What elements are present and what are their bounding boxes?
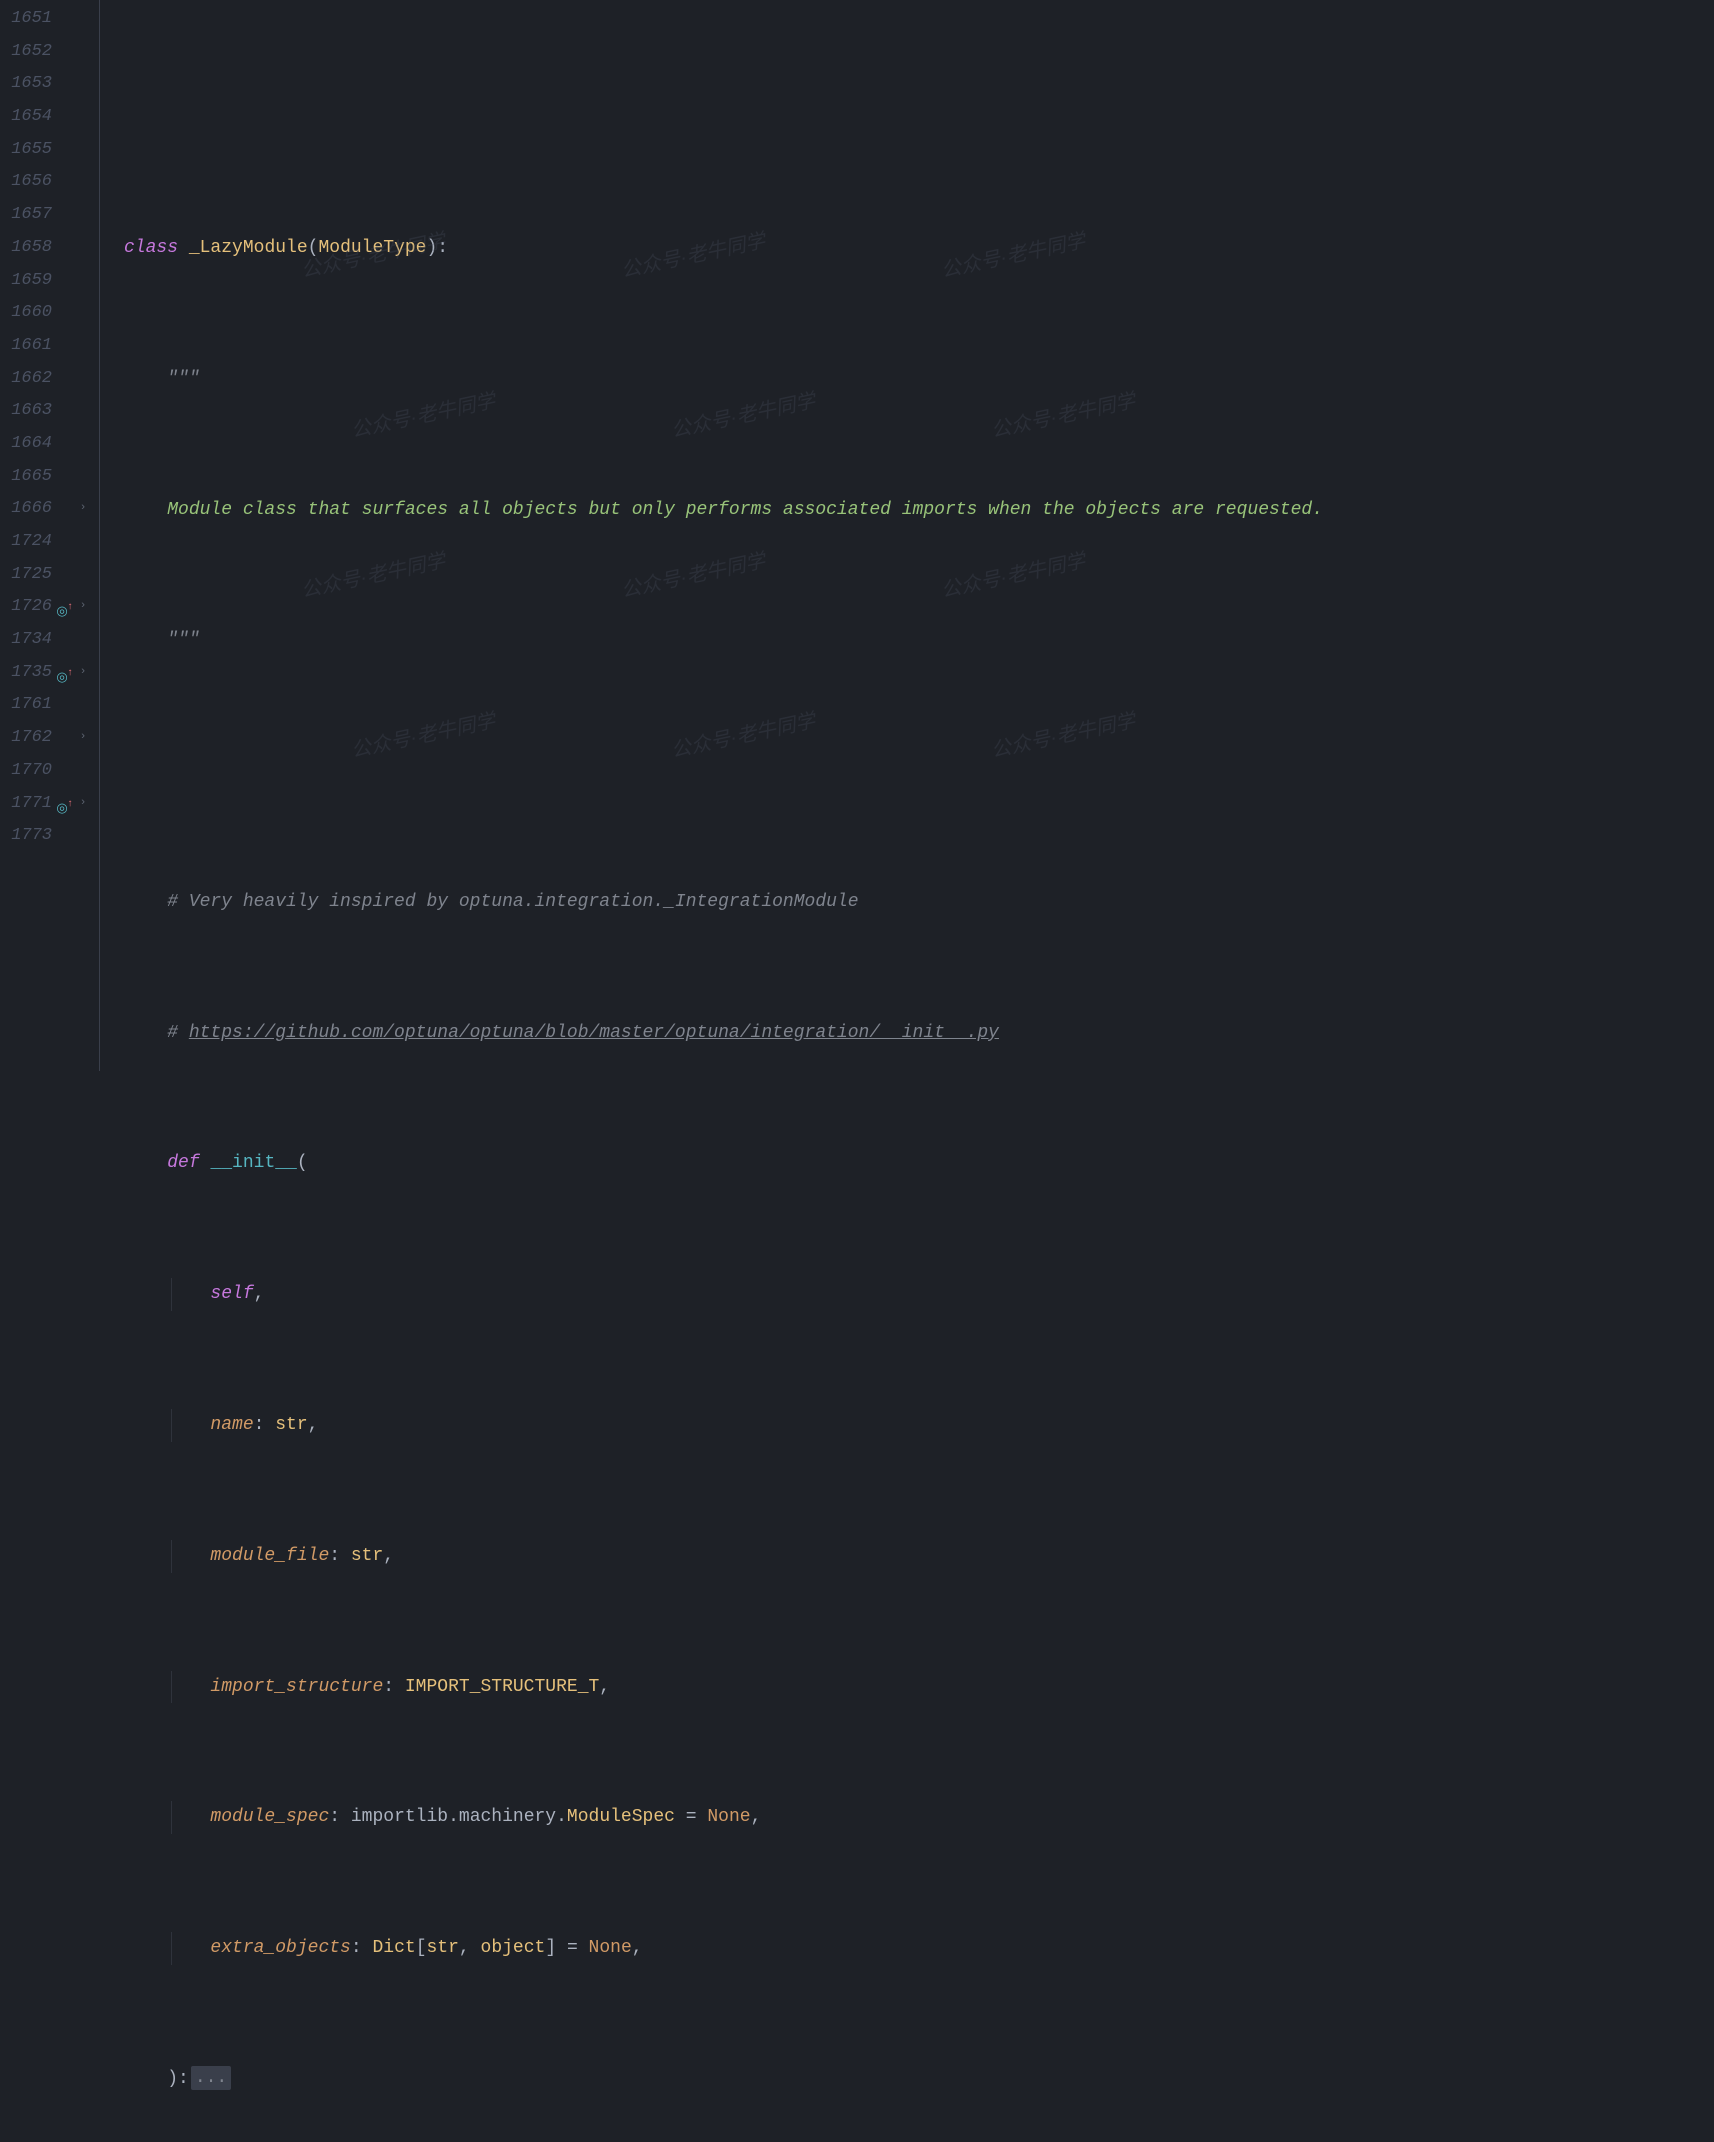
line-number[interactable]: 1771: [0, 788, 52, 821]
comment-url[interactable]: https://github.com/optuna/optuna/blob/ma…: [189, 1023, 999, 1043]
line-numbers-column: 1651165216531654165516561657165816591660…: [0, 0, 52, 853]
docstring-close: """: [124, 624, 1714, 657]
line-number[interactable]: 1724: [0, 526, 52, 559]
param-line: module_spec: importlib.machinery.ModuleS…: [124, 1801, 1714, 1834]
fold-toggle-icon[interactable]: ›: [76, 796, 90, 810]
line-number[interactable]: 1658: [0, 232, 52, 265]
line-number[interactable]: 1655: [0, 134, 52, 167]
class-name: _LazyModule: [189, 238, 308, 258]
line-number[interactable]: 1659: [0, 265, 52, 298]
line-number[interactable]: 1661: [0, 330, 52, 363]
line-number[interactable]: 1651: [0, 3, 52, 36]
line-number[interactable]: 1770: [0, 755, 52, 788]
docstring-quotes: """: [167, 369, 199, 389]
watermark: 公众号·老牛同学: [618, 545, 768, 607]
watermark: 公众号·老牛同学: [298, 545, 448, 607]
type-annotation: Dict: [372, 1938, 415, 1958]
fold-toggle-icon[interactable]: ›: [76, 665, 90, 679]
code-editor[interactable]: 1651165216531654165516561657165816591660…: [0, 0, 1714, 1071]
param-name: extra_objects: [210, 1938, 350, 1958]
keyword-def: def: [167, 1153, 199, 1173]
line-number[interactable]: 1652: [0, 36, 52, 69]
line-number[interactable]: 1656: [0, 166, 52, 199]
line-number[interactable]: 1653: [0, 68, 52, 101]
line-number[interactable]: 1657: [0, 199, 52, 232]
line-number[interactable]: 1666: [0, 493, 52, 526]
comment-line: # https://github.com/optuna/optuna/blob/…: [124, 1017, 1714, 1050]
line-number[interactable]: 1662: [0, 363, 52, 396]
line-number[interactable]: 1663: [0, 395, 52, 428]
line-number[interactable]: 1660: [0, 297, 52, 330]
param-name: name: [210, 1415, 253, 1435]
param-line: module_file: str,: [124, 1540, 1714, 1573]
param-name: import_structure: [210, 1677, 383, 1697]
fold-toggle-icon[interactable]: ›: [76, 501, 90, 515]
docstring-quotes: """: [167, 630, 199, 650]
base-class: ModuleType: [318, 238, 426, 258]
docstring-text: Module class that surfaces all objects b…: [167, 500, 1323, 520]
override-icon[interactable]: ◎: [54, 596, 70, 612]
line-number[interactable]: 1725: [0, 559, 52, 592]
fold-column: › › › › ›: [74, 0, 92, 853]
line-number[interactable]: 1654: [0, 101, 52, 134]
function-name: __init__: [210, 1153, 296, 1173]
param-line: name: str,: [124, 1409, 1714, 1442]
code-area[interactable]: class _LazyModule(ModuleType): """ Modul…: [100, 0, 1714, 1071]
line-number[interactable]: 1773: [0, 820, 52, 853]
default-value: None: [707, 1807, 750, 1827]
type-annotation: ModuleSpec: [567, 1807, 675, 1827]
override-icon[interactable]: ◎: [54, 662, 70, 678]
docstring-body: Module class that surfaces all objects b…: [124, 494, 1714, 527]
type-annotation: str: [427, 1938, 459, 1958]
line-number[interactable]: 1734: [0, 624, 52, 657]
function-close-line: ):...: [124, 2063, 1714, 2096]
line-number[interactable]: 1735: [0, 657, 52, 690]
param-name: module_file: [210, 1546, 329, 1566]
type-annotation: str: [351, 1546, 383, 1566]
param-name: module_spec: [210, 1807, 329, 1827]
line-number[interactable]: 1762: [0, 722, 52, 755]
param-line: extra_objects: Dict[str, object] = None,: [124, 1932, 1714, 1965]
type-annotation: IMPORT_STRUCTURE_T: [405, 1677, 599, 1697]
function-def-line: def __init__(: [124, 1147, 1714, 1180]
type-annotation: object: [481, 1938, 546, 1958]
keyword-class: class: [124, 238, 178, 258]
gutter: 1651165216531654165516561657165816591660…: [0, 0, 100, 1071]
fold-toggle-icon[interactable]: ›: [76, 599, 90, 613]
docstring-open: """: [124, 363, 1714, 396]
blank-line: [124, 755, 1714, 788]
param-line: import_structure: IMPORT_STRUCTURE_T,: [124, 1671, 1714, 1704]
blank-line: [124, 101, 1714, 134]
override-icon[interactable]: ◎: [54, 793, 70, 809]
module-ref: machinery: [459, 1807, 556, 1827]
line-number[interactable]: 1664: [0, 428, 52, 461]
line-number[interactable]: 1726: [0, 591, 52, 624]
comment-text: # Very heavily inspired by optuna.integr…: [167, 892, 858, 912]
module-ref: importlib: [351, 1807, 448, 1827]
line-number[interactable]: 1761: [0, 689, 52, 722]
watermark: 公众号·老牛同学: [938, 545, 1088, 607]
class-def-line: class _LazyModule(ModuleType):: [124, 232, 1714, 265]
default-value: None: [589, 1938, 632, 1958]
folded-region[interactable]: ...: [191, 2066, 231, 2090]
comment-line: # Very heavily inspired by optuna.integr…: [124, 886, 1714, 919]
param-self: self: [210, 1284, 253, 1304]
param-line: self,: [124, 1278, 1714, 1311]
type-annotation: str: [275, 1415, 307, 1435]
line-number[interactable]: 1665: [0, 461, 52, 494]
comment-hash: #: [167, 1023, 189, 1043]
fold-toggle-icon[interactable]: ›: [76, 730, 90, 744]
gutter-icons-column: ◎ ◎ ◎: [52, 0, 74, 853]
